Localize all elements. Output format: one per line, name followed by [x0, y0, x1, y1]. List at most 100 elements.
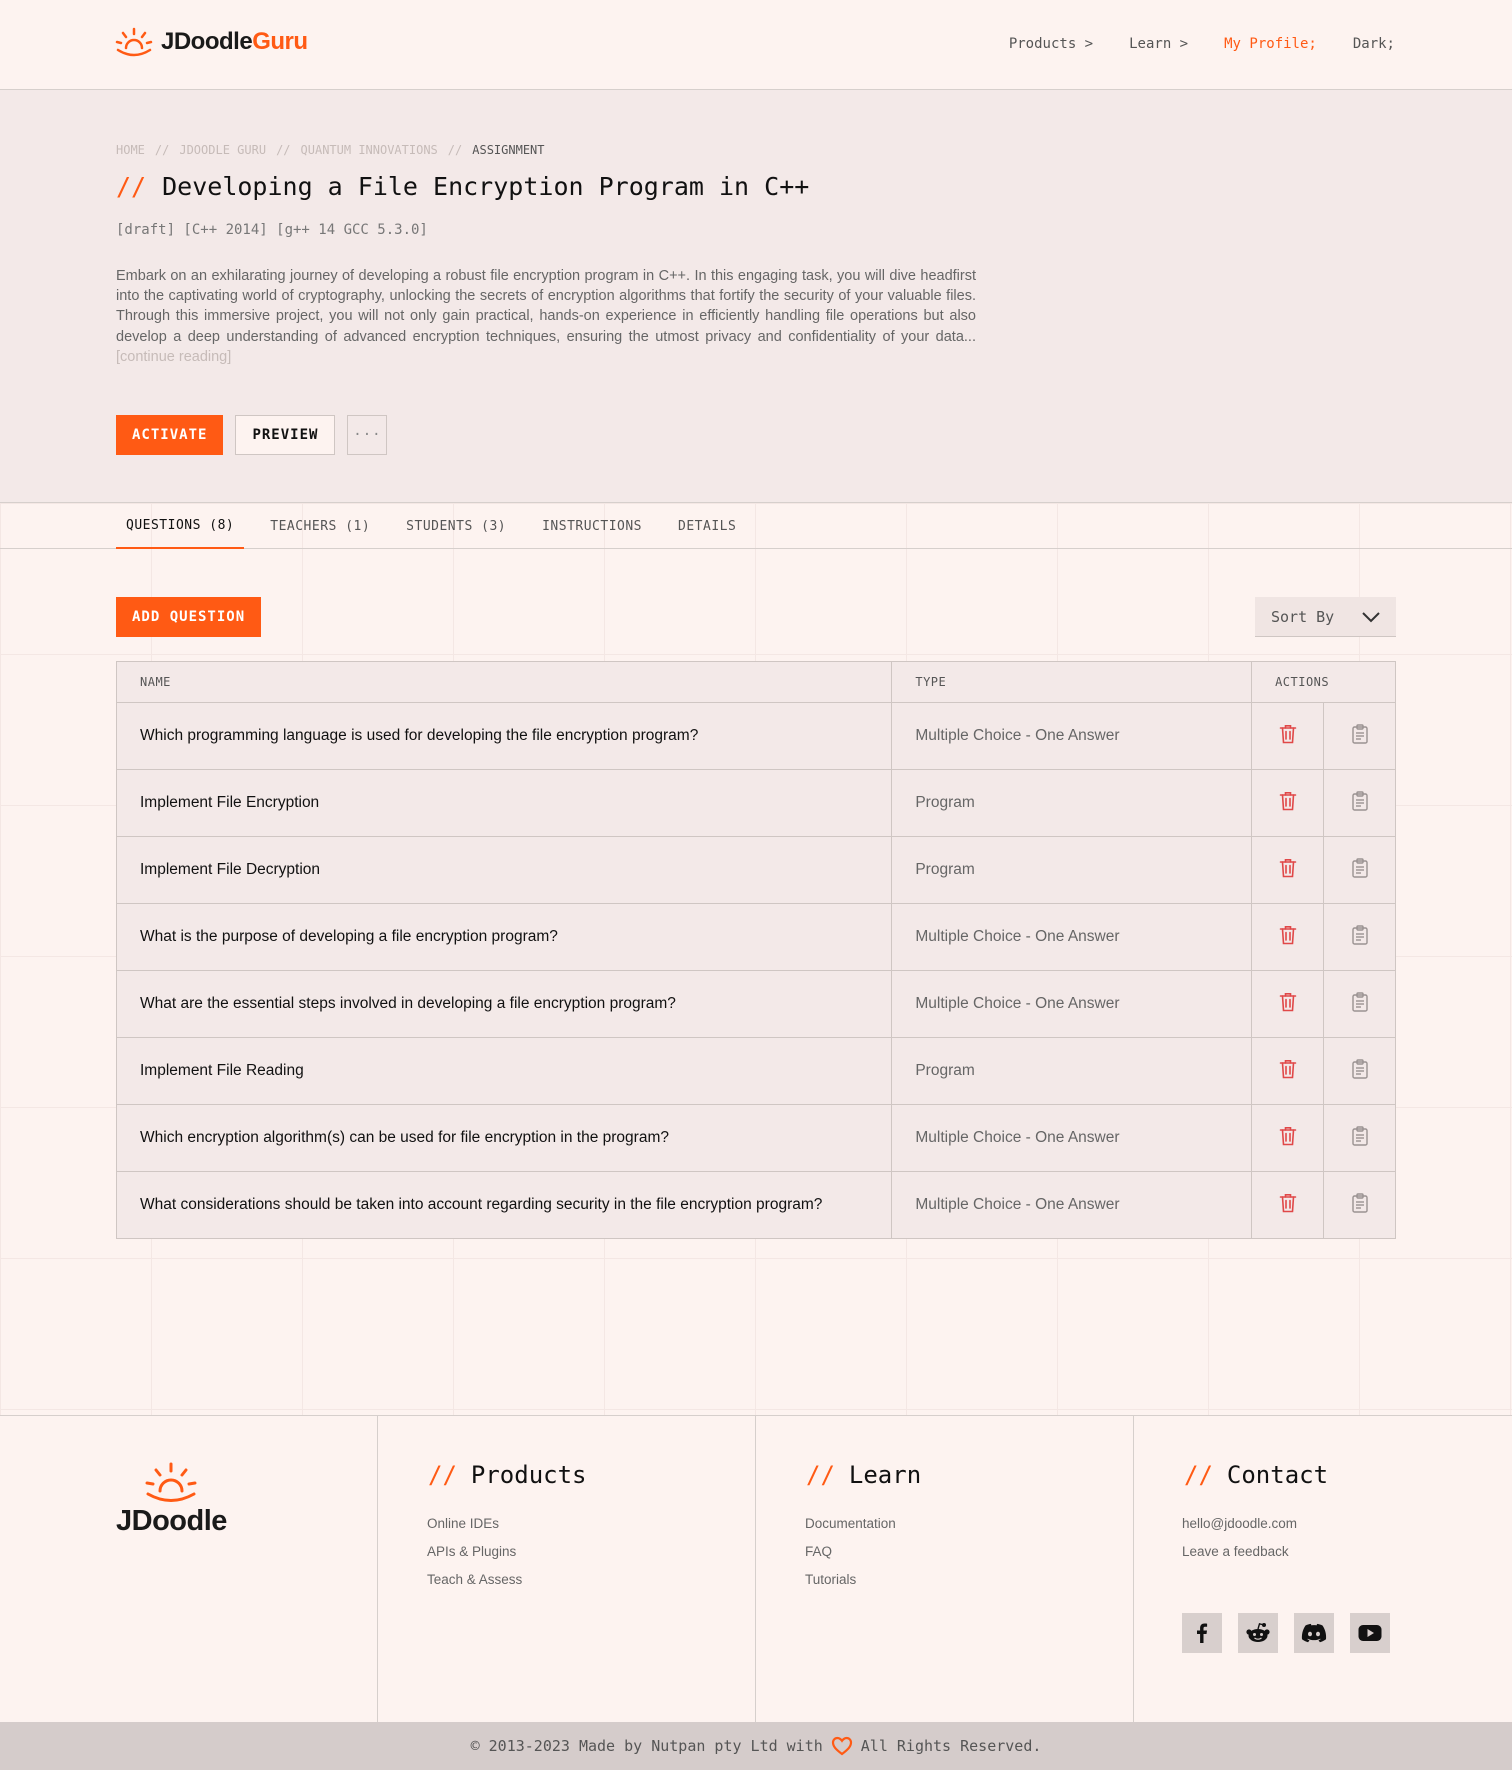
sort-by-dropdown[interactable]: Sort By [1255, 597, 1396, 637]
question-type: Multiple Choice - One Answer [891, 903, 1253, 971]
youtube-icon[interactable] [1350, 1613, 1390, 1653]
assignment-description: Embark on an exhilarating journey of dev… [116, 266, 976, 367]
question-name[interactable]: What are the essential steps involved in… [116, 970, 893, 1038]
question-name[interactable]: Implement File Reading [116, 1037, 893, 1105]
footer-learn-column: // Learn Documentation FAQ Tutorials [755, 1416, 1133, 1723]
footer-logo-text: JDoodle [116, 1505, 227, 1537]
more-options-button[interactable]: ··· [347, 415, 388, 455]
delete-icon[interactable] [1279, 1126, 1297, 1150]
top-header: JDoodleGuru Products > Learn > My Profil… [0, 0, 1512, 90]
table-row[interactable]: What considerations should be taken into… [116, 1171, 1396, 1239]
footer-link-tutorials[interactable]: Tutorials [805, 1572, 896, 1587]
table-body: Which programming language is used for d… [116, 702, 1396, 1239]
question-type: Multiple Choice - One Answer [891, 1171, 1253, 1239]
table-row[interactable]: What are the essential steps involved in… [116, 970, 1396, 1038]
footer-link-feedback[interactable]: Leave a feedback [1182, 1544, 1297, 1559]
tab-instructions[interactable]: INSTRUCTIONS [532, 503, 652, 549]
footer-slash: // [806, 1461, 835, 1489]
title-slash: // [116, 172, 147, 201]
breadcrumb-separator: // [276, 143, 291, 157]
tab-teachers[interactable]: TEACHERS (1) [260, 503, 380, 549]
delete-icon[interactable] [1279, 925, 1297, 949]
clipboard-icon[interactable] [1351, 723, 1368, 748]
nav-products[interactable]: Products > [1009, 36, 1093, 52]
logo-accent-text: Guru [252, 28, 308, 55]
breadcrumb-jdoodle-guru[interactable]: JDOODLE GURU [179, 143, 266, 157]
question-name[interactable]: Which programming language is used for d… [116, 702, 893, 770]
hero-actions: ACTIVATE PREVIEW ··· [116, 415, 388, 455]
logo[interactable]: JDoodleGuru [115, 26, 308, 58]
footer-link-documentation[interactable]: Documentation [805, 1516, 896, 1531]
delete-icon[interactable] [1279, 791, 1297, 815]
question-name[interactable]: Which encryption algorithm(s) can be use… [116, 1104, 893, 1172]
question-name[interactable]: Implement File Decryption [116, 836, 893, 904]
table-row[interactable]: Implement File Encryption Program [116, 769, 1396, 837]
preview-button[interactable]: PREVIEW [235, 415, 336, 455]
top-nav: Products > Learn > My Profile; Dark; [1009, 36, 1395, 52]
footer-link-email[interactable]: hello@jdoodle.com [1182, 1516, 1297, 1531]
tab-students[interactable]: STUDENTS (3) [396, 503, 516, 549]
column-header-type[interactable]: TYPE [891, 661, 1253, 703]
question-type: Multiple Choice - One Answer [891, 702, 1253, 770]
table-row[interactable]: What is the purpose of developing a file… [116, 903, 1396, 971]
question-type: Multiple Choice - One Answer [891, 1104, 1253, 1172]
tab-details[interactable]: DETAILS [668, 503, 746, 549]
footer-logo[interactable]: JDoodle [116, 1461, 227, 1538]
nav-learn[interactable]: Learn > [1129, 36, 1188, 52]
footer-contact-title: Contact [1226, 1461, 1329, 1489]
clipboard-icon[interactable] [1351, 1125, 1368, 1150]
social-links [1182, 1613, 1390, 1653]
copyright-bar: © 2013-2023 Made by Nutpan pty Ltd with … [0, 1722, 1512, 1770]
facebook-icon[interactable] [1182, 1613, 1222, 1653]
question-name[interactable]: What considerations should be taken into… [116, 1171, 893, 1239]
chevron-down-icon [1362, 611, 1380, 622]
footer-link-teach-assess[interactable]: Teach & Assess [427, 1572, 522, 1587]
nav-my-profile[interactable]: My Profile; [1224, 36, 1317, 52]
question-type: Program [891, 1037, 1253, 1105]
question-name[interactable]: What is the purpose of developing a file… [116, 903, 893, 971]
clipboard-icon[interactable] [1351, 991, 1368, 1016]
column-header-name[interactable]: NAME [116, 661, 893, 703]
breadcrumb-separator: // [447, 143, 463, 157]
footer-contact-column: // Contact hello@jdoodle.com Leave a feed… [1133, 1416, 1512, 1723]
table-row[interactable]: Implement File Reading Program [116, 1037, 1396, 1105]
delete-icon[interactable] [1279, 992, 1297, 1016]
copyright-text-right: All Rights Reserved. [860, 1737, 1042, 1755]
delete-icon[interactable] [1279, 724, 1297, 748]
question-type: Program [891, 836, 1253, 904]
clipboard-icon[interactable] [1351, 1192, 1368, 1217]
continue-reading-link[interactable]: [continue reading] [116, 349, 231, 365]
delete-icon[interactable] [1279, 1059, 1297, 1083]
add-question-button[interactable]: ADD QUESTION [116, 597, 262, 637]
breadcrumb-separator: // [154, 143, 170, 157]
footer-link-apis-plugins[interactable]: APIs & Plugins [427, 1544, 522, 1559]
logo-main-text: JDoodle [161, 28, 253, 55]
footer-slash: // [428, 1461, 457, 1489]
sunrise-logo-icon [115, 27, 153, 57]
title-text: Developing a File Encryption Program in … [162, 172, 810, 201]
reddit-icon[interactable] [1238, 1613, 1278, 1653]
question-type: Multiple Choice - One Answer [891, 970, 1253, 1038]
breadcrumb-quantum-innovations[interactable]: QUANTUM INNOVATIONS [301, 143, 438, 157]
question-type: Program [891, 769, 1253, 837]
column-header-actions: ACTIONS [1251, 661, 1396, 703]
discord-icon[interactable] [1294, 1613, 1334, 1653]
clipboard-icon[interactable] [1351, 857, 1368, 882]
table-row[interactable]: Which programming language is used for d… [116, 702, 1396, 770]
breadcrumb-home[interactable]: HOME [116, 143, 145, 157]
table-row[interactable]: Which encryption algorithm(s) can be use… [116, 1104, 1396, 1172]
delete-icon[interactable] [1279, 1193, 1297, 1217]
footer-learn-title: Learn [848, 1461, 922, 1489]
clipboard-icon[interactable] [1351, 1058, 1368, 1083]
nav-dark-toggle[interactable]: Dark; [1353, 36, 1395, 52]
copyright-text-left: © 2013-2023 Made by Nutpan pty Ltd with [470, 1737, 823, 1755]
activate-button[interactable]: ACTIVATE [116, 415, 224, 455]
clipboard-icon[interactable] [1351, 924, 1368, 949]
footer-link-online-ides[interactable]: Online IDEs [427, 1516, 522, 1531]
delete-icon[interactable] [1279, 858, 1297, 882]
footer-link-faq[interactable]: FAQ [805, 1544, 896, 1559]
clipboard-icon[interactable] [1351, 790, 1368, 815]
tab-questions[interactable]: QUESTIONS (8) [116, 503, 245, 549]
table-row[interactable]: Implement File Decryption Program [116, 836, 1396, 904]
question-name[interactable]: Implement File Encryption [116, 769, 893, 837]
